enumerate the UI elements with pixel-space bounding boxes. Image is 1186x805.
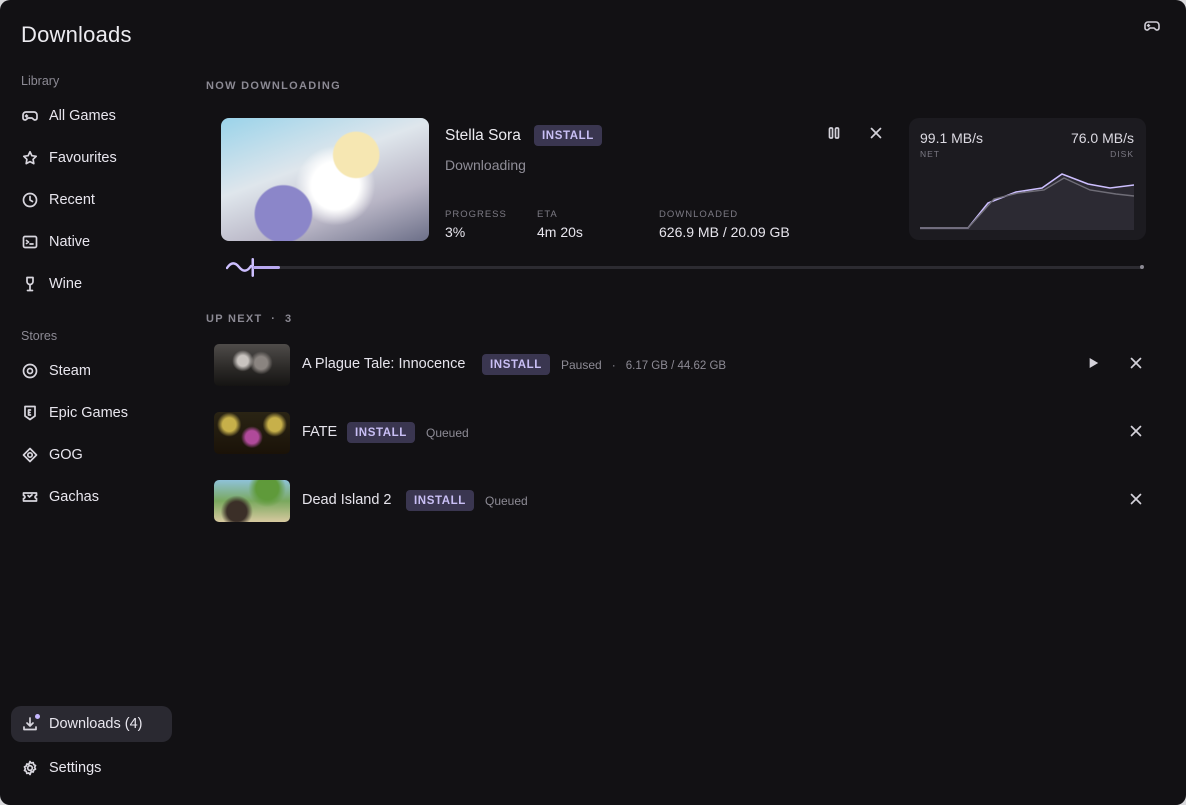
separator-dot: · xyxy=(266,313,285,325)
gear-icon xyxy=(21,759,39,777)
resume-button[interactable] xyxy=(1084,356,1102,374)
sidebar-item-native[interactable]: Native xyxy=(11,224,172,260)
sidebar-item-steam[interactable]: Steam xyxy=(11,353,172,389)
queue-item-title: FATE xyxy=(302,424,338,440)
queue-item[interactable]: A Plague Tale: Innocence INSTALL Paused … xyxy=(214,344,1154,386)
steam-icon xyxy=(21,362,39,380)
ticket-icon xyxy=(21,488,39,506)
downloaded-value: 626.9 MB / 20.09 GB xyxy=(659,224,790,240)
download-progress-bar xyxy=(253,266,1143,269)
install-badge: INSTALL xyxy=(406,490,474,511)
sidebar-item-downloads[interactable]: Downloads (4) xyxy=(11,706,172,742)
queue-item[interactable]: Dead Island 2 INSTALL Queued xyxy=(214,480,1154,522)
sidebar-item-recent[interactable]: Recent xyxy=(11,182,172,218)
game-title: Stella Sora xyxy=(445,127,521,144)
downloaded-label: DOWNLOADED xyxy=(659,209,739,220)
notification-dot xyxy=(35,714,40,719)
download-progress-fill xyxy=(253,266,280,269)
remove-button[interactable] xyxy=(1127,356,1145,374)
disk-speed-value: 76.0 MB/s xyxy=(1070,130,1134,146)
separator-dot: · xyxy=(605,358,623,372)
play-icon xyxy=(1086,356,1100,375)
sidebar-item-label: All Games xyxy=(49,108,116,124)
queue-item-status-text: Paused xyxy=(561,358,602,372)
sidebar-item-gachas[interactable]: Gachas xyxy=(11,479,172,515)
remove-button[interactable] xyxy=(1127,492,1145,510)
gog-icon xyxy=(21,446,39,464)
install-badge: INSTALL xyxy=(534,125,602,146)
sidebar-item-label: GOG xyxy=(49,447,83,463)
game-cover-image[interactable] xyxy=(221,118,429,241)
sidebar-item-epic-games[interactable]: Epic Games xyxy=(11,395,172,431)
sidebar-item-label: Epic Games xyxy=(49,405,128,421)
install-badge: INSTALL xyxy=(482,354,550,375)
queue-item-size: 6.17 GB / 44.62 GB xyxy=(625,360,727,372)
queue-item-status: Paused · 6.17 GB / 44.62 GB xyxy=(561,358,726,372)
queue-item-status: Queued xyxy=(485,494,528,508)
sidebar-item-gog[interactable]: GOG xyxy=(11,437,172,473)
page-title: Downloads xyxy=(21,22,132,47)
progress-end-dot xyxy=(1140,265,1144,269)
game-thumbnail xyxy=(214,344,290,386)
eta-label: ETA xyxy=(537,209,558,220)
queue-item-status: Queued xyxy=(426,426,469,440)
install-badge: INSTALL xyxy=(347,422,415,443)
close-icon xyxy=(1129,492,1143,511)
queue-item-title: Dead Island 2 xyxy=(302,492,392,508)
close-icon xyxy=(1129,356,1143,375)
speed-graph-card: 99.1 MB/s NET 76.0 MB/s DISK xyxy=(909,118,1146,240)
up-next-heading: UP NEXT · 3 xyxy=(206,313,292,325)
star-icon xyxy=(21,149,39,167)
sidebar-item-all-games[interactable]: All Games xyxy=(11,98,172,134)
sidebar-item-label: Downloads (4) xyxy=(49,716,143,732)
queue-item-title: A Plague Tale: Innocence xyxy=(302,356,466,372)
game-thumbnail xyxy=(214,480,290,522)
epic-shield-icon xyxy=(21,404,39,422)
remove-button[interactable] xyxy=(1127,424,1145,442)
download-status: Downloading xyxy=(445,157,526,173)
app-window: Downloads Library All Games Favourites R… xyxy=(0,0,1186,805)
close-icon xyxy=(1129,424,1143,443)
sidebar-item-favourites[interactable]: Favourites xyxy=(11,140,172,176)
close-icon xyxy=(869,126,883,145)
pause-button[interactable] xyxy=(825,126,843,144)
sidebar-item-wine[interactable]: Wine xyxy=(11,266,172,302)
cancel-download-button[interactable] xyxy=(867,126,885,144)
progress-label: PROGRESS xyxy=(445,209,507,220)
sidebar-item-label: Steam xyxy=(49,363,91,379)
up-next-label: UP NEXT xyxy=(206,313,263,325)
game-thumbnail xyxy=(214,412,290,454)
up-next-count: 3 xyxy=(284,313,293,325)
sidebar-item-label: Recent xyxy=(49,192,95,208)
sidebar-item-label: Settings xyxy=(49,760,102,776)
stores-section-label: Stores xyxy=(21,329,58,343)
terminal-icon xyxy=(21,233,39,251)
sidebar-item-label: Native xyxy=(49,234,91,250)
eta-value: 4m 20s xyxy=(537,224,583,240)
wine-glass-icon xyxy=(21,275,39,293)
now-downloading-heading: NOW DOWNLOADING xyxy=(206,80,341,92)
net-speed-label: NET xyxy=(920,149,940,159)
progress-value: 3% xyxy=(445,224,466,240)
sidebar-item-settings[interactable]: Settings xyxy=(11,750,172,786)
library-section-label: Library xyxy=(21,74,60,88)
controller-mode-button[interactable] xyxy=(1144,20,1162,36)
sidebar-item-label: Favourites xyxy=(49,150,117,166)
gamepad-icon xyxy=(1144,21,1160,38)
sidebar: Downloads Library All Games Favourites R… xyxy=(0,0,184,805)
disk-speed-label: DISK xyxy=(1110,149,1134,159)
clock-icon xyxy=(21,191,39,209)
sidebar-item-label: Wine xyxy=(49,276,83,292)
speed-sparkline xyxy=(920,173,1134,230)
queue-item[interactable]: FATE INSTALL Queued xyxy=(214,412,1154,454)
pause-icon xyxy=(827,126,841,145)
sidebar-item-label: Gachas xyxy=(49,489,99,505)
gamepad-icon xyxy=(21,107,39,125)
net-speed-value: 99.1 MB/s xyxy=(920,130,984,146)
